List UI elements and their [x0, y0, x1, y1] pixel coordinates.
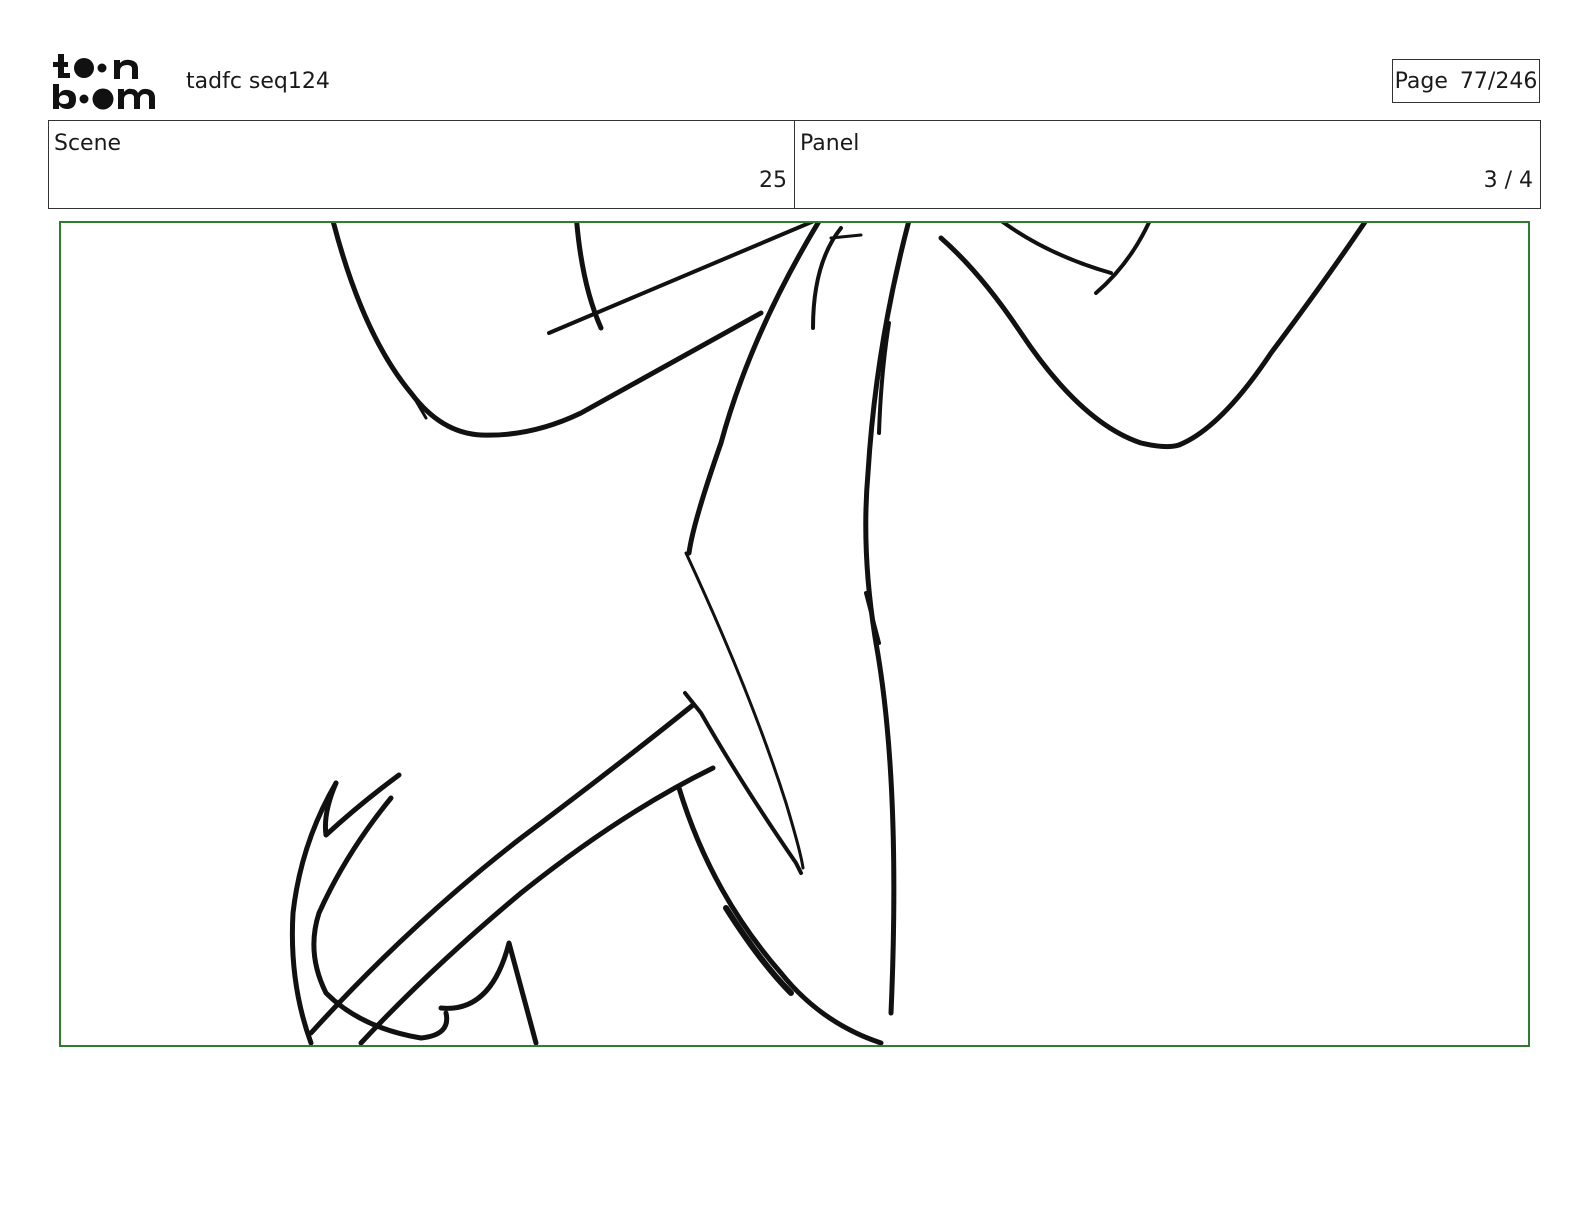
sketch-stroke [308, 702, 696, 1036]
sketch-stroke [1176, 223, 1368, 448]
sketch-stroke [684, 551, 805, 870]
sketch-stroke [438, 940, 539, 1045]
panel-sketch-drawing [289, 223, 1368, 1045]
toon-boom-logo [52, 52, 164, 112]
sketch-stroke [547, 223, 815, 335]
scene-panel-info-table: Scene 25 Panel 3 / 4 [48, 120, 1541, 209]
sketch-stroke [1000, 223, 1113, 275]
page-number: 77/246 [1459, 68, 1538, 94]
page-label: Page [1394, 68, 1448, 94]
panel-cell: Panel 3 / 4 [794, 121, 1540, 208]
sketch-stroke [723, 905, 794, 996]
scene-cell: Scene 25 [49, 121, 794, 208]
scene-number: 25 [759, 168, 787, 193]
sketch-stroke [686, 223, 821, 556]
sketch-stroke [676, 785, 884, 1045]
sketch-stroke [289, 780, 339, 1045]
panel-label: Panel [800, 131, 860, 156]
sketch-stroke [811, 226, 843, 330]
sketch-stroke [358, 765, 716, 1045]
storyboard-panel-frame [59, 221, 1530, 1047]
scene-label: Scene [54, 131, 122, 156]
page-indicator: Page 77/246 [1392, 59, 1540, 103]
sketch-stroke [1094, 223, 1151, 295]
project-title: tadfc seq124 [186, 69, 330, 94]
sketch-stroke [938, 235, 1182, 450]
sketch-stroke [331, 223, 764, 438]
panel-number: 3 / 4 [1483, 168, 1533, 193]
